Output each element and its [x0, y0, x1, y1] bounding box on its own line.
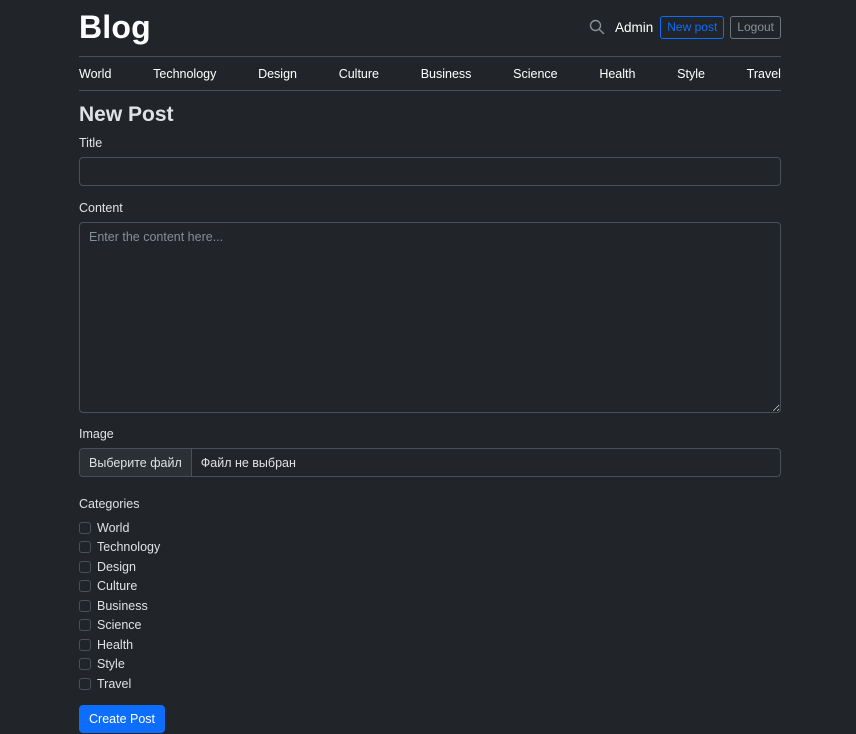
category-label: Technology	[97, 540, 161, 555]
new-post-button[interactable]: New post	[660, 15, 725, 39]
category-label: Style	[97, 657, 125, 672]
choose-file-button[interactable]: Выберите файл	[80, 449, 192, 476]
nav-item-world[interactable]: World	[79, 67, 111, 81]
checkbox[interactable]	[79, 560, 91, 573]
categories-list: World Technology Design Culture Business…	[79, 518, 160, 694]
search-icon[interactable]	[589, 19, 605, 35]
nav-item-science[interactable]: Science	[513, 67, 557, 81]
nav-item-health[interactable]: Health	[599, 67, 635, 81]
checkbox[interactable]	[79, 580, 91, 593]
blog-logo[interactable]: Blog	[79, 9, 151, 46]
checkbox[interactable]	[79, 541, 91, 554]
logout-button[interactable]: Logout	[730, 15, 781, 39]
category-option-world[interactable]: World	[79, 518, 160, 538]
category-option-travel[interactable]: Travel	[79, 674, 160, 694]
nav-item-culture[interactable]: Culture	[339, 67, 379, 81]
checkbox[interactable]	[79, 638, 91, 651]
category-label: Business	[97, 598, 148, 613]
category-option-design[interactable]: Design	[79, 557, 160, 577]
category-nav: World Technology Design Culture Business…	[79, 57, 781, 91]
checkbox[interactable]	[79, 677, 91, 690]
nav-item-travel[interactable]: Travel	[747, 67, 781, 81]
checkbox[interactable]	[79, 658, 91, 671]
content-textarea[interactable]	[79, 222, 781, 413]
category-option-health[interactable]: Health	[79, 635, 160, 655]
category-label: World	[97, 520, 130, 535]
page-container: Blog Admin New post Logout World Technol…	[79, 0, 781, 733]
nav-item-business[interactable]: Business	[421, 67, 472, 81]
category-option-style[interactable]: Style	[79, 655, 160, 675]
nav-item-style[interactable]: Style	[677, 67, 705, 81]
category-label: Design	[97, 559, 136, 574]
title-input[interactable]	[79, 157, 781, 186]
category-option-culture[interactable]: Culture	[79, 577, 160, 597]
checkbox[interactable]	[79, 619, 91, 632]
category-option-technology[interactable]: Technology	[79, 538, 160, 558]
nav-item-technology[interactable]: Technology	[153, 67, 216, 81]
user-link[interactable]: Admin	[615, 20, 653, 35]
create-post-button[interactable]: Create Post	[79, 705, 166, 733]
category-option-business[interactable]: Business	[79, 596, 160, 616]
image-file-input[interactable]: Выберите файл Файл не выбран	[79, 448, 781, 477]
nav-item-design[interactable]: Design	[258, 67, 297, 81]
category-label: Health	[97, 637, 134, 652]
page-title: New Post	[79, 103, 174, 126]
category-option-science[interactable]: Science	[79, 616, 160, 636]
site-header: Blog Admin New post Logout	[79, 0, 781, 57]
file-status-text: Файл не выбран	[200, 455, 296, 470]
categories-label: Categories	[79, 497, 140, 511]
checkbox[interactable]	[79, 599, 91, 612]
category-label: Culture	[97, 579, 138, 594]
checkbox[interactable]	[79, 521, 91, 534]
header-actions: Admin New post Logout	[589, 15, 781, 39]
image-label: Image	[79, 427, 114, 441]
category-label: Travel	[97, 676, 132, 691]
category-label: Science	[97, 618, 142, 633]
content-label: Content	[79, 201, 123, 215]
title-label: Title	[79, 136, 103, 150]
